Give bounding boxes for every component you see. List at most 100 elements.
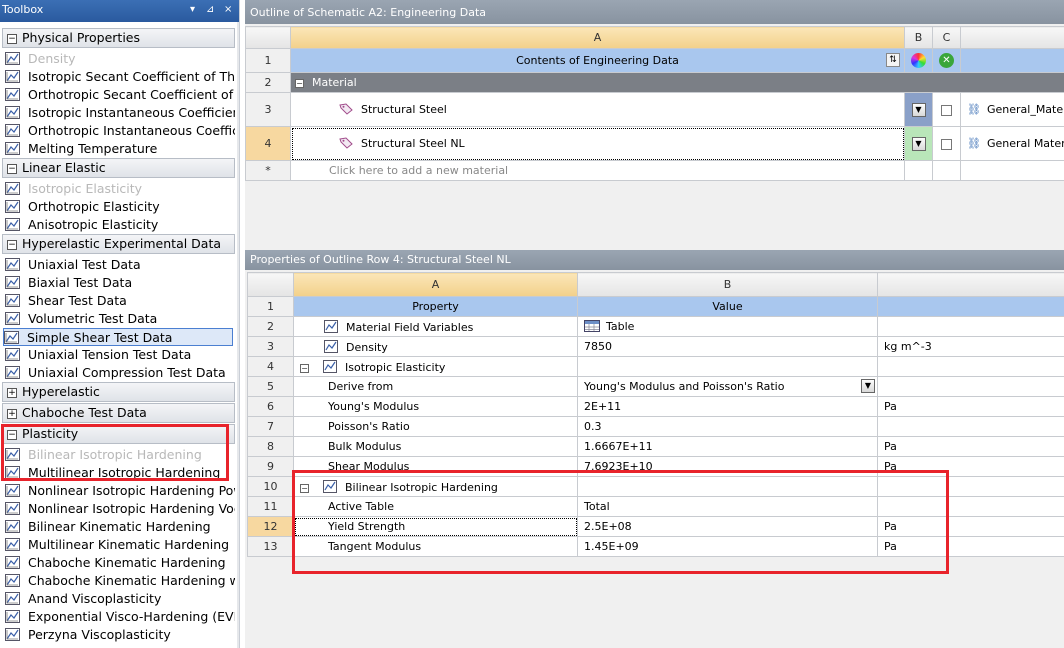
chart-icon xyxy=(5,142,20,155)
toolbox-scrollbar[interactable] xyxy=(237,22,239,648)
toolbox-item[interactable]: Isotropic Elasticity xyxy=(5,180,235,198)
property-row[interactable]: 11 Active Table Total xyxy=(247,496,1064,517)
toolbox-item[interactable]: Orthotropic Secant Coefficient of Therma… xyxy=(5,86,235,104)
chart-icon xyxy=(5,258,20,271)
toolbox-item[interactable]: Chaboche Kinematic Hardening w/ xyxy=(5,572,235,590)
toolbox-item[interactable]: Volumetric Test Data xyxy=(5,310,235,328)
suppress-icon[interactable]: ✕ xyxy=(939,53,954,68)
column-header-a[interactable]: A xyxy=(293,272,578,297)
toolbox-item[interactable]: Anisotropic Elasticity xyxy=(5,216,235,234)
property-value[interactable]: 2E+11 xyxy=(584,400,621,413)
suppress-checkbox[interactable] xyxy=(941,138,952,150)
property-value[interactable]: Total xyxy=(584,500,610,513)
column-header-a[interactable]: A xyxy=(290,26,905,49)
material-source[interactable]: General_Materials.xml xyxy=(987,103,1064,116)
chevron-down-icon[interactable]: ▼ xyxy=(911,136,926,151)
toolbox-item[interactable]: Melting Temperature xyxy=(5,140,235,158)
toolbox-item[interactable]: Perzyna Viscoplasticity xyxy=(5,626,235,644)
property-value[interactable]: 2.5E+08 xyxy=(584,520,632,533)
collapse-icon[interactable]: − xyxy=(7,164,17,174)
toolbox-item[interactable]: Multilinear Isotropic Hardening xyxy=(5,464,235,482)
property-row[interactable]: 3 Density 7850 kg m^-3 xyxy=(247,336,1064,357)
toolbox-item[interactable]: Bilinear Kinematic Hardening xyxy=(5,518,235,536)
toolbox-group-header[interactable]: − Plasticity xyxy=(2,424,235,444)
property-row[interactable]: 12 Yield Strength 2.5E+08 Pa xyxy=(247,516,1064,537)
toolbox-item[interactable]: Bilinear Isotropic Hardening xyxy=(5,446,235,464)
toolbox-item[interactable]: Shear Test Data xyxy=(5,292,235,310)
property-value[interactable]: Table xyxy=(606,320,634,333)
expand-icon[interactable]: + xyxy=(7,388,17,398)
toolbox-group-header[interactable]: + Chaboche Test Data xyxy=(2,403,235,423)
property-value[interactable]: 7850 xyxy=(584,340,612,353)
toolbox-group-header[interactable]: − Linear Elastic xyxy=(2,158,235,178)
table-icon[interactable] xyxy=(584,320,600,333)
column-header-b[interactable]: B xyxy=(904,26,933,49)
toolbox-item[interactable]: Isotropic Instantaneous Coefficient of T… xyxy=(5,104,235,122)
collapse-icon[interactable]: − xyxy=(300,363,309,373)
toolbox-group-header[interactable]: + Hyperelastic xyxy=(2,382,235,402)
toolbox-item[interactable]: Nonlinear Isotropic Hardening Power Law xyxy=(5,482,235,500)
pin-icon[interactable]: ⊿ xyxy=(206,4,214,15)
collapse-icon[interactable]: − xyxy=(300,483,309,493)
row-number: 2 xyxy=(247,316,294,337)
sort-icon[interactable]: ⇅ xyxy=(886,53,900,67)
property-row[interactable]: 9 Shear Modulus 7.6923E+10 Pa xyxy=(247,456,1064,477)
close-icon[interactable]: × xyxy=(224,4,232,15)
property-row[interactable]: 4− Isotropic Elasticity xyxy=(247,356,1064,377)
property-row[interactable]: 5 Derive from Young's Modulus and Poisson'… xyxy=(247,376,1064,397)
property-value[interactable]: 1.6667E+11 xyxy=(584,440,653,453)
collapse-icon[interactable]: − xyxy=(7,430,17,440)
add-material-cell[interactable]: Click here to add a new material xyxy=(290,160,905,181)
toolbox-item[interactable]: Chaboche Kinematic Hardening xyxy=(5,554,235,572)
material-group-row[interactable]: 2 − Material xyxy=(245,72,1064,93)
toolbox-item[interactable]: Exponential Visco-Hardening (EVH) xyxy=(5,608,235,626)
collapse-icon[interactable]: − xyxy=(7,240,17,250)
collapse-icon[interactable]: − xyxy=(7,34,17,44)
property-row[interactable]: 10− Bilinear Isotropic Hardening xyxy=(247,476,1064,497)
add-material-row[interactable]: * Click here to add a new material xyxy=(245,160,1064,181)
toolbox-item[interactable]: Orthotropic Instantaneous Coefficient of… xyxy=(5,122,235,140)
chevron-down-icon[interactable]: ▼ xyxy=(861,379,875,393)
property-row[interactable]: 13 Tangent Modulus 1.45E+09 Pa xyxy=(247,536,1064,557)
material-tag-icon xyxy=(339,137,353,149)
dropdown-icon[interactable]: ▾ xyxy=(190,4,195,15)
row-number: 6 xyxy=(247,396,294,417)
material-row-structural-steel[interactable]: 3 Structural Steel ▼ ⛓ General_Materials.… xyxy=(245,92,1064,127)
toolbox-item[interactable]: Simple Shear Test Data xyxy=(3,328,233,346)
toolbox-item[interactable]: Anand Viscoplasticity xyxy=(5,590,235,608)
properties-column-header-row: A B xyxy=(247,272,1064,297)
toolbox-item[interactable]: Nonlinear Isotropic Hardening Voce Law xyxy=(5,500,235,518)
property-row[interactable]: 7 Poisson's Ratio 0.3 xyxy=(247,416,1064,437)
expand-icon[interactable]: + xyxy=(7,409,17,419)
toolbox-item[interactable]: Orthotropic Elasticity xyxy=(5,198,235,216)
property-row[interactable]: 8 Bulk Modulus 1.6667E+11 Pa xyxy=(247,436,1064,457)
toolbox-item[interactable]: Uniaxial Compression Test Data xyxy=(5,364,235,382)
property-value[interactable]: 7.6923E+10 xyxy=(584,460,653,473)
row-number: 5 xyxy=(247,376,294,397)
collapse-icon[interactable]: − xyxy=(295,79,304,88)
toolbox-item[interactable]: Multilinear Kinematic Hardening xyxy=(5,536,235,554)
material-source[interactable]: General Materials.xml xyxy=(987,137,1064,150)
toolbox-item[interactable]: Biaxial Test Data xyxy=(5,274,235,292)
column-header-b[interactable]: B xyxy=(577,272,878,297)
properties-table: A B 1 Property Value 2 Material Field Var… xyxy=(247,272,1064,557)
property-value[interactable]: Young's Modulus and Poisson's Ratio xyxy=(584,380,784,393)
property-value[interactable]: 0.3 xyxy=(584,420,602,433)
column-header-c[interactable]: C xyxy=(932,26,961,49)
toolbox-group-header[interactable]: − Physical Properties xyxy=(2,28,235,48)
column-header-d xyxy=(960,26,1064,49)
toolbox-item[interactable]: Uniaxial Test Data xyxy=(5,256,235,274)
color-wheel-icon[interactable] xyxy=(911,53,926,68)
suppress-checkbox[interactable] xyxy=(941,104,952,116)
toolbox-group-header[interactable]: − Hyperelastic Experimental Data xyxy=(2,234,235,254)
toolbox-item[interactable]: Isotropic Secant Coefficient of Thermal … xyxy=(5,68,235,86)
material-row-structural-steel-nl[interactable]: 4 Structural Steel NL ▼ ⛓ General Materia… xyxy=(245,126,1064,161)
property-value[interactable]: 1.45E+09 xyxy=(584,540,639,553)
property-name: Active Table xyxy=(328,500,394,513)
chevron-down-icon[interactable]: ▼ xyxy=(911,102,926,117)
toolbox-item[interactable]: Uniaxial Tension Test Data xyxy=(5,346,235,364)
outline-column-header-row: A B C xyxy=(245,26,1064,49)
toolbox-item[interactable]: Density xyxy=(5,50,235,68)
property-row[interactable]: 2 Material Field Variables Table xyxy=(247,316,1064,337)
property-row[interactable]: 6 Young's Modulus 2E+11 Pa xyxy=(247,396,1064,417)
